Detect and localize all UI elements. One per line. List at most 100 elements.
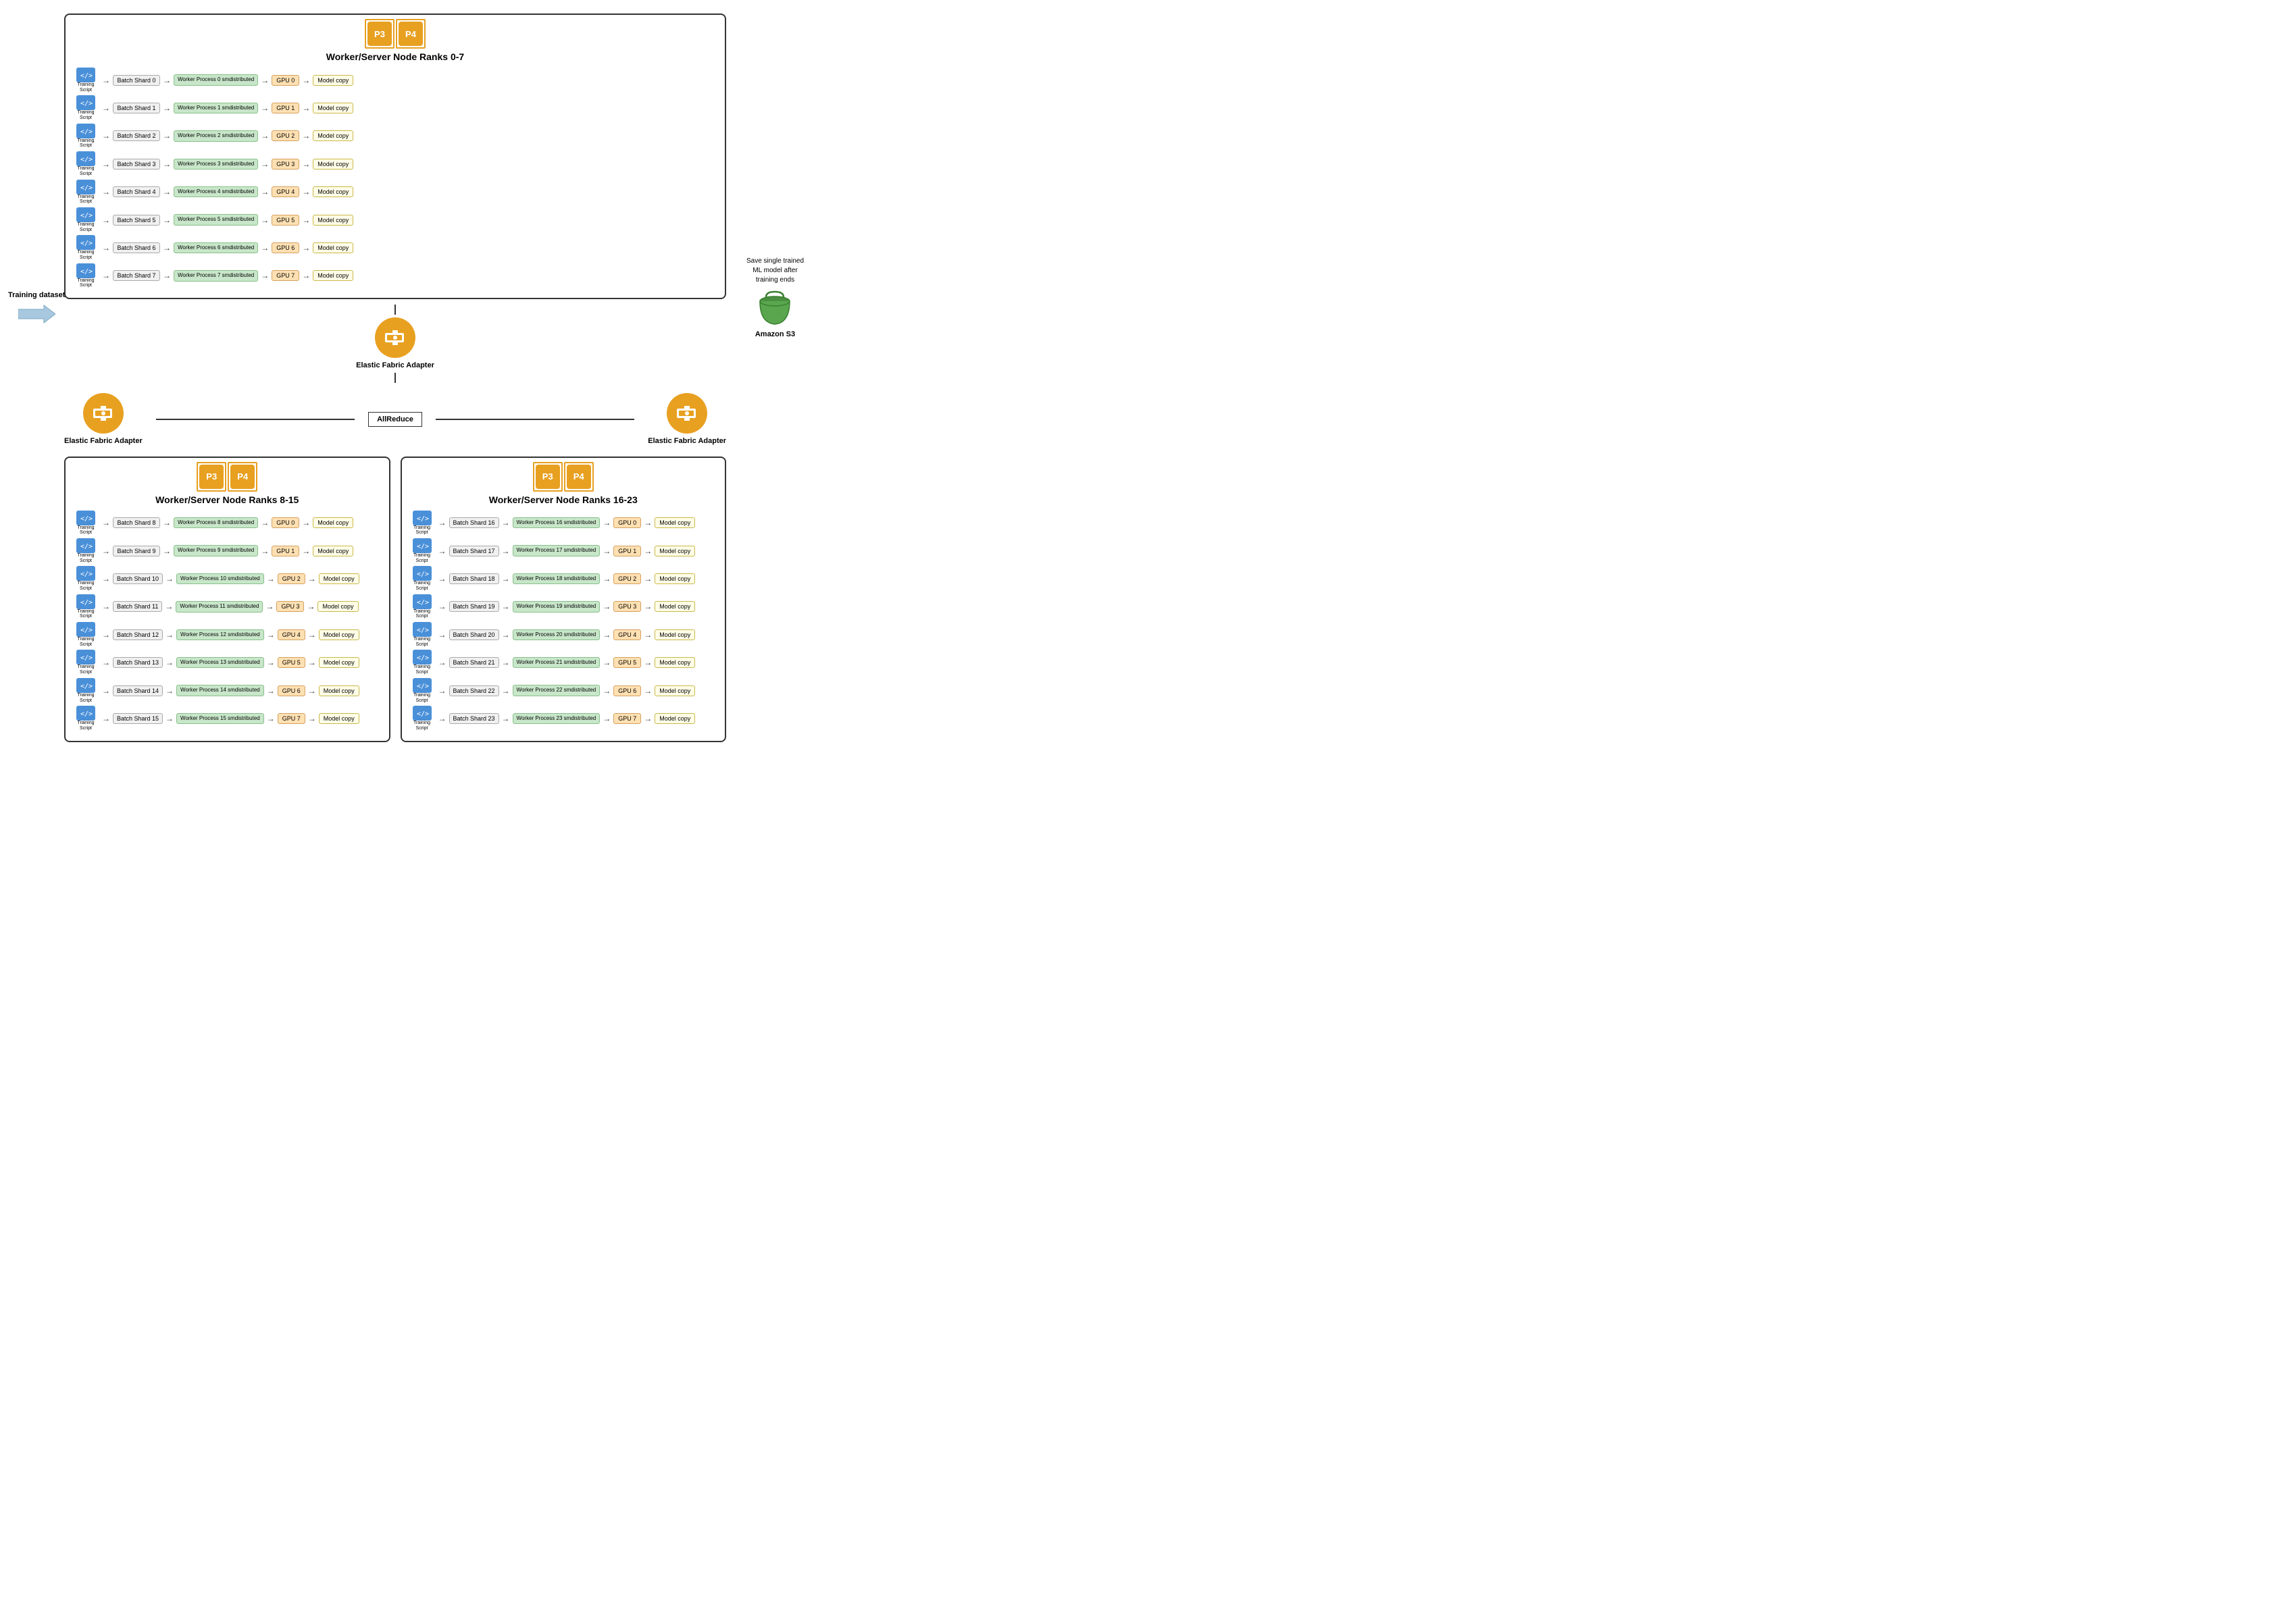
arrow-gpu-model-4: → (302, 187, 310, 197)
training-script-label-14: Training Script (74, 693, 98, 703)
arrow-worker-gpu-21: → (603, 658, 611, 667)
shard-row-6: </>Training Script→Batch Shard 6→Worker … (72, 235, 718, 260)
svg-text:</>: </> (80, 654, 93, 662)
right-efa-label: Elastic Fabric Adapter (648, 436, 726, 446)
bottom-left-shards-container: </>Training Script→Batch Shard 8→Worker … (72, 511, 382, 731)
arrow-gpu-model-2: → (302, 131, 310, 140)
arrow-ts-batch-22: → (438, 686, 447, 696)
shard-row-20: </>Training Script→Batch Shard 20→Worker… (409, 622, 719, 647)
training-script-icon-19: </> (413, 594, 432, 609)
arrow-batch-worker-19: → (502, 602, 510, 611)
svg-text:</>: </> (80, 156, 93, 163)
gpu-box-9: GPU 1 (272, 546, 299, 556)
arrow-ts-batch-23: → (438, 714, 447, 723)
arrow-worker-gpu-9: → (261, 546, 269, 556)
training-script-icon-4: </> (76, 180, 95, 194)
training-script-group-20: </>Training Script (409, 622, 436, 647)
gpu-box-7: GPU 7 (272, 270, 299, 281)
arrow-batch-worker-15: → (165, 714, 174, 723)
arrow-batch-worker-18: → (502, 574, 510, 583)
arrow-ts-batch-20: → (438, 630, 447, 640)
worker-process-box-4: Worker Process 4 smdistributed (174, 186, 258, 197)
training-script-icon-5: </> (76, 207, 95, 222)
allreduce-line-left (156, 419, 355, 420)
arrow-worker-gpu-16: → (603, 518, 611, 527)
training-script-group-8: </>Training Script (72, 511, 99, 536)
s3-bucket-icon (757, 290, 794, 328)
bottom-left-node-box: P3 P4 Worker/Server Node Ranks 8-15 </>T… (64, 457, 390, 742)
training-script-group-11: </>Training Script (72, 594, 99, 619)
training-script-label-12: Training Script (74, 637, 98, 647)
arrow-gpu-model-11: → (307, 602, 315, 611)
shard-row-17: </>Training Script→Batch Shard 17→Worker… (409, 538, 719, 563)
gpu-box-5: GPU 5 (272, 215, 299, 226)
gpu-box-15: GPU 7 (278, 713, 305, 724)
training-script-group-2: </>Training Script (72, 124, 99, 149)
arrow-worker-gpu-14: → (267, 686, 275, 696)
batch-shard-box-19: Batch Shard 19 (449, 601, 499, 612)
gpu-box-12: GPU 4 (278, 629, 305, 640)
arrow-batch-worker-20: → (502, 630, 510, 640)
model-copy-box-6: Model copy (313, 242, 353, 253)
worker-process-box-17: Worker Process 17 smdistributed (513, 545, 601, 556)
model-copy-box-15: Model copy (319, 713, 359, 724)
svg-text:</>: </> (80, 627, 93, 634)
batch-shard-box-20: Batch Shard 20 (449, 629, 499, 640)
worker-process-box-0: Worker Process 0 smdistributed (174, 74, 258, 85)
gpu-box-14: GPU 6 (278, 685, 305, 696)
shard-row-2: </>Training Script→Batch Shard 2→Worker … (72, 124, 718, 149)
training-script-icon-1: </> (76, 95, 95, 110)
training-script-group-15: </>Training Script (72, 706, 99, 731)
arrow-ts-batch-5: → (102, 215, 110, 225)
batch-shard-box-6: Batch Shard 6 (113, 242, 160, 253)
worker-process-box-21: Worker Process 21 smdistributed (513, 657, 601, 668)
arrow-worker-gpu-10: → (267, 574, 275, 583)
training-script-group-23: </>Training Script (409, 706, 436, 731)
training-script-group-7: </>Training Script (72, 263, 99, 288)
batch-shard-box-18: Batch Shard 18 (449, 573, 499, 584)
shard-row-18: </>Training Script→Batch Shard 18→Worker… (409, 566, 719, 591)
arrow-worker-gpu-6: → (261, 243, 269, 253)
svg-text:</>: </> (80, 268, 93, 276)
svg-text:</>: </> (80, 543, 93, 550)
arrow-ts-batch-14: → (102, 686, 110, 696)
training-script-group-16: </>Training Script (409, 511, 436, 536)
training-script-icon-2: </> (76, 124, 95, 138)
arrow-ts-batch-9: → (102, 546, 110, 556)
arrow-worker-gpu-1: → (261, 103, 269, 113)
arrow-gpu-model-20: → (644, 630, 652, 640)
model-copy-box-3: Model copy (313, 159, 353, 170)
arrow-worker-gpu-17: → (603, 546, 611, 556)
arrow-batch-worker-12: → (165, 630, 174, 640)
training-script-label-20: Training Script (410, 637, 434, 647)
training-script-label-1: Training Script (74, 110, 98, 120)
shard-row-21: </>Training Script→Batch Shard 21→Worker… (409, 650, 719, 675)
batch-shard-box-14: Batch Shard 14 (113, 685, 163, 696)
shard-row-16: </>Training Script→Batch Shard 16→Worker… (409, 511, 719, 536)
save-label: Save single trained ML model after train… (743, 257, 807, 285)
arrow-ts-batch-3: → (102, 159, 110, 169)
arrow-worker-gpu-23: → (603, 714, 611, 723)
shard-row-9: </>Training Script→Batch Shard 9→Worker … (72, 538, 382, 563)
svg-text:</>: </> (80, 599, 93, 606)
worker-process-box-20: Worker Process 20 smdistributed (513, 629, 601, 640)
worker-process-box-5: Worker Process 5 smdistributed (174, 214, 258, 225)
right-efa-circle (667, 393, 707, 434)
batch-shard-box-22: Batch Shard 22 (449, 685, 499, 696)
bottom-right-shards-container: </>Training Script→Batch Shard 16→Worker… (409, 511, 719, 731)
arrow-batch-worker-9: → (163, 546, 171, 556)
arrow-ts-batch-8: → (102, 518, 110, 527)
bottom-left-chip-row: P3 P4 (72, 465, 382, 489)
arrow-ts-batch-10: → (102, 574, 110, 583)
training-script-icon-16: </> (413, 511, 432, 525)
training-script-label-4: Training Script (74, 194, 98, 205)
arrow-gpu-model-7: → (302, 271, 310, 280)
s3-section: Save single trained ML model after train… (743, 257, 807, 338)
training-script-label-3: Training Script (74, 166, 98, 176)
worker-process-box-18: Worker Process 18 smdistributed (513, 573, 601, 584)
arrow-batch-worker-14: → (165, 686, 174, 696)
arrow-gpu-model-16: → (644, 518, 652, 527)
training-script-label-16: Training Script (410, 525, 434, 536)
training-script-label-6: Training Script (74, 250, 98, 260)
training-script-icon-7: </> (76, 263, 95, 278)
